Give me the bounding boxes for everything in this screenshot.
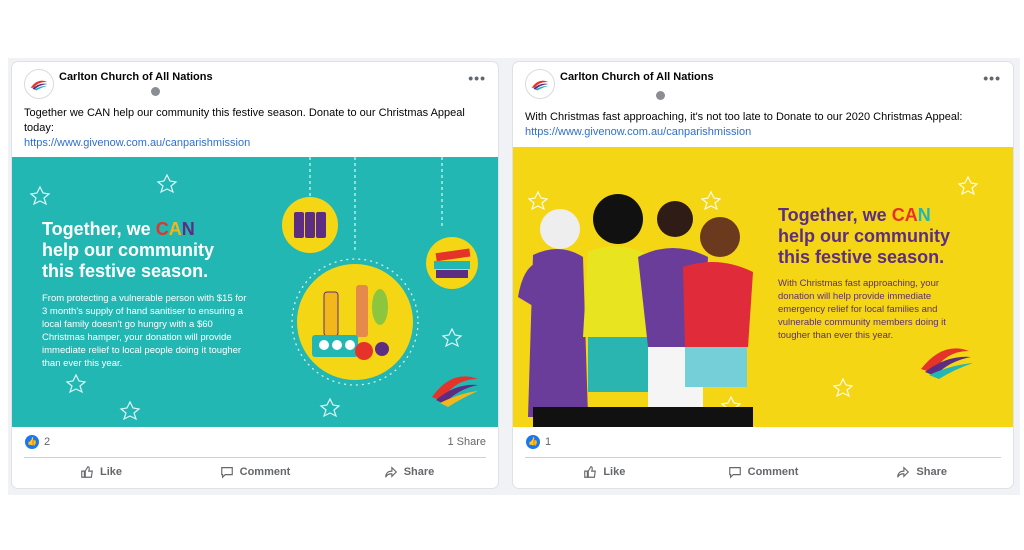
share-button[interactable]: Share xyxy=(332,460,486,484)
post-text: With Christmas fast approaching, it's no… xyxy=(513,110,1013,140)
comment-button[interactable]: Comment xyxy=(684,460,843,484)
page-name[interactable]: Carlton Church of All Nations xyxy=(560,71,714,83)
like-reaction-icon[interactable]: 👍 xyxy=(526,435,540,449)
donation-link[interactable]: https://www.givenow.com.au/canparishmiss… xyxy=(24,136,486,151)
like-label: Like xyxy=(99,466,122,478)
hero-headline: Together, we CAN help our community this… xyxy=(778,205,978,268)
page-avatar[interactable] xyxy=(24,69,54,99)
post-image[interactable]: Together, we CAN help our community this… xyxy=(513,147,1013,427)
headline-letter-n: N xyxy=(181,219,195,239)
headline-letter-c: C xyxy=(891,205,905,225)
post-header: Carlton Church of All Nations ••• xyxy=(513,62,1013,106)
comment-label: Comment xyxy=(239,466,291,478)
like-reaction-icon[interactable]: 👍 xyxy=(25,435,39,449)
globe-icon xyxy=(656,91,665,100)
share-icon xyxy=(384,466,397,478)
headline-letter-c: C xyxy=(155,219,169,239)
more-options-icon[interactable]: ••• xyxy=(983,70,1001,86)
headline-lead: Together, we xyxy=(778,205,892,225)
share-count[interactable]: 1 Share xyxy=(447,436,486,448)
facebook-post-2: Carlton Church of All Nations ••• With C… xyxy=(513,62,1013,488)
post-message: With Christmas fast approaching, it's no… xyxy=(525,111,963,123)
post-actions: Like Comment Share xyxy=(24,460,486,484)
more-options-icon[interactable]: ••• xyxy=(468,70,486,86)
headline-rest: help our community this festive season. xyxy=(42,240,215,281)
like-label: Like xyxy=(603,466,626,478)
hero-headline: Together, we CAN help our community this… xyxy=(42,219,242,282)
headline-lead: Together, we xyxy=(42,219,156,239)
thumbs-up-icon xyxy=(81,466,93,478)
comment-icon xyxy=(728,467,741,479)
share-icon xyxy=(897,466,910,478)
hero-subtext: From protecting a vulnerable person with… xyxy=(42,293,247,369)
hero-subtext: With Christmas fast approaching, your do… xyxy=(778,278,946,341)
like-count[interactable]: 1 xyxy=(545,436,551,448)
post-actions: Like Comment Share xyxy=(525,460,1001,484)
donation-link[interactable]: https://www.givenow.com.au/canparishmiss… xyxy=(525,125,1001,140)
post-image[interactable]: Together, we CAN help our community this… xyxy=(12,157,498,427)
facebook-post-1: Carlton Church of All Nations ••• Togeth… xyxy=(12,62,498,488)
share-button[interactable]: Share xyxy=(842,460,1001,484)
like-button[interactable]: Like xyxy=(24,460,178,484)
headline-letter-n: N xyxy=(917,205,931,225)
thumbs-up-icon xyxy=(584,466,597,478)
post-text: Together we CAN help our community this … xyxy=(12,106,498,151)
headline-letter-a: A xyxy=(168,219,182,239)
comment-icon xyxy=(220,467,233,479)
share-label: Share xyxy=(916,466,947,478)
page-avatar[interactable] xyxy=(525,69,555,99)
post-header: Carlton Church of All Nations ••• xyxy=(12,62,498,106)
post-stats: 👍 2 1 Share xyxy=(12,432,498,454)
comment-button[interactable]: Comment xyxy=(178,460,332,484)
globe-icon xyxy=(151,87,160,96)
headline-letter-a: A xyxy=(904,205,918,225)
post-message: Together we CAN help our community this … xyxy=(24,107,465,134)
divider xyxy=(24,457,486,458)
divider xyxy=(525,457,1001,458)
like-button[interactable]: Like xyxy=(525,460,684,484)
like-count[interactable]: 2 xyxy=(44,436,50,448)
share-label: Share xyxy=(403,466,435,478)
headline-rest: help our community this festive season. xyxy=(778,226,951,267)
post-stats: 👍 1 xyxy=(513,432,1013,454)
page-name[interactable]: Carlton Church of All Nations xyxy=(59,71,213,83)
comment-label: Comment xyxy=(747,466,799,478)
